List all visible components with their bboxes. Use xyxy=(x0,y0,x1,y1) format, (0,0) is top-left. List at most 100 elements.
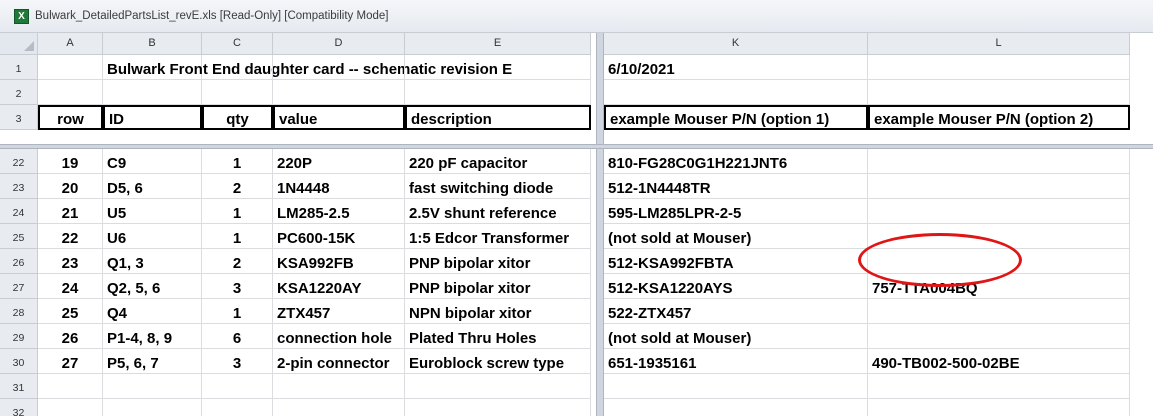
cell-b2[interactable] xyxy=(103,80,202,105)
cell-b31[interactable] xyxy=(103,374,202,399)
cell-d27[interactable]: KSA1220AY xyxy=(273,274,405,299)
cell-d31[interactable] xyxy=(273,374,405,399)
cell-l27[interactable]: 757-TTA004BQ xyxy=(868,274,1130,299)
cell-d30[interactable]: 2-pin connector xyxy=(273,349,405,374)
cell-l22[interactable] xyxy=(868,149,1130,174)
cell-c28[interactable]: 1 xyxy=(202,299,273,324)
cell-b24[interactable]: U5 xyxy=(103,199,202,224)
cell-d22[interactable]: 220P xyxy=(273,149,405,174)
row-header[interactable]: 27 xyxy=(0,274,38,299)
cell-e22[interactable]: 220 pF capacitor xyxy=(405,149,591,174)
cell-k32[interactable] xyxy=(604,399,868,416)
cell-k22[interactable]: 810-FG28C0G1H221JNT6 xyxy=(604,149,868,174)
row-header[interactable]: 22 xyxy=(0,149,38,174)
cell-c32[interactable] xyxy=(202,399,273,416)
cell-b28[interactable]: Q4 xyxy=(103,299,202,324)
row-header[interactable]: 24 xyxy=(0,199,38,224)
cell-d2[interactable] xyxy=(273,80,405,105)
cell-e24[interactable]: 2.5V shunt reference xyxy=(405,199,591,224)
row-header[interactable]: 3 xyxy=(0,105,38,130)
cell-k26[interactable]: 512-KSA992FBTA xyxy=(604,249,868,274)
cell-k23[interactable]: 512-1N4448TR xyxy=(604,174,868,199)
cell-e29[interactable]: Plated Thru Holes xyxy=(405,324,591,349)
cell-a29[interactable]: 26 xyxy=(38,324,103,349)
cell-l29[interactable] xyxy=(868,324,1130,349)
cell-l31[interactable] xyxy=(868,374,1130,399)
row-header[interactable]: 30 xyxy=(0,349,38,374)
cell-a1[interactable] xyxy=(38,55,103,80)
cell-e1[interactable] xyxy=(405,55,591,80)
cell-a2[interactable] xyxy=(38,80,103,105)
row-header[interactable]: 25 xyxy=(0,224,38,249)
cell-b22[interactable]: C9 xyxy=(103,149,202,174)
cell-b32[interactable] xyxy=(103,399,202,416)
cell-d23[interactable]: 1N4448 xyxy=(273,174,405,199)
cell-b23[interactable]: D5, 6 xyxy=(103,174,202,199)
cell-l1[interactable] xyxy=(868,55,1130,80)
cell-d26[interactable]: KSA992FB xyxy=(273,249,405,274)
spreadsheet-grid[interactable]: A B C D E K L 1 Bulwark Front End daughter card … xyxy=(0,33,1153,416)
cell-c23[interactable]: 2 xyxy=(202,174,273,199)
cell-l24[interactable] xyxy=(868,199,1130,224)
cell-d28[interactable]: ZTX457 xyxy=(273,299,405,324)
cell-c26[interactable]: 2 xyxy=(202,249,273,274)
cell-k1[interactable]: 6/10/2021 xyxy=(604,55,868,80)
column-header-a[interactable]: A xyxy=(38,33,103,55)
cell-k25[interactable]: (not sold at Mouser) xyxy=(604,224,868,249)
cell-e26[interactable]: PNP bipolar xitor xyxy=(405,249,591,274)
row-header[interactable]: 26 xyxy=(0,249,38,274)
cell-d32[interactable] xyxy=(273,399,405,416)
column-header-b[interactable]: B xyxy=(103,33,202,55)
cell-e28[interactable]: NPN bipolar xitor xyxy=(405,299,591,324)
cell-k28[interactable]: 522-ZTX457 xyxy=(604,299,868,324)
row-header[interactable]: 2 xyxy=(0,80,38,105)
cell-k29[interactable]: (not sold at Mouser) xyxy=(604,324,868,349)
cell-c29[interactable]: 6 xyxy=(202,324,273,349)
cell-c30[interactable]: 3 xyxy=(202,349,273,374)
cell-e32[interactable] xyxy=(405,399,591,416)
cell-a24[interactable]: 21 xyxy=(38,199,103,224)
cell-c2[interactable] xyxy=(202,80,273,105)
cell-a30[interactable]: 27 xyxy=(38,349,103,374)
cell-b26[interactable]: Q1, 3 xyxy=(103,249,202,274)
cell-d25[interactable]: PC600-15K xyxy=(273,224,405,249)
cell-e3[interactable]: description xyxy=(405,105,591,130)
column-header-e[interactable]: E xyxy=(405,33,591,55)
cell-b29[interactable]: P1-4, 8, 9 xyxy=(103,324,202,349)
cell-a26[interactable]: 23 xyxy=(38,249,103,274)
cell-k31[interactable] xyxy=(604,374,868,399)
column-header-k[interactable]: K xyxy=(604,33,868,55)
cell-k27[interactable]: 512-KSA1220AYS xyxy=(604,274,868,299)
cell-k3[interactable]: example Mouser P/N (option 1) xyxy=(604,105,868,130)
cell-c22[interactable]: 1 xyxy=(202,149,273,174)
select-all-corner[interactable] xyxy=(0,33,38,55)
cell-d1[interactable] xyxy=(273,55,405,80)
cell-k30[interactable]: 651-1935161 xyxy=(604,349,868,374)
cell-a28[interactable]: 25 xyxy=(38,299,103,324)
cell-a31[interactable] xyxy=(38,374,103,399)
row-header[interactable]: 1 xyxy=(0,55,38,80)
cell-c1[interactable] xyxy=(202,55,273,80)
cell-b3[interactable]: ID xyxy=(103,105,202,130)
cell-l32[interactable] xyxy=(868,399,1130,416)
cell-e27[interactable]: PNP bipolar xitor xyxy=(405,274,591,299)
cell-l2[interactable] xyxy=(868,80,1130,105)
cell-c3[interactable]: qty xyxy=(202,105,273,130)
cell-d29[interactable]: connection hole xyxy=(273,324,405,349)
row-header[interactable]: 23 xyxy=(0,174,38,199)
cell-c27[interactable]: 3 xyxy=(202,274,273,299)
vertical-split-bar[interactable] xyxy=(596,33,604,416)
column-header-d[interactable]: D xyxy=(273,33,405,55)
cell-a25[interactable]: 22 xyxy=(38,224,103,249)
cell-a32[interactable] xyxy=(38,399,103,416)
cell-a3[interactable]: row xyxy=(38,105,103,130)
cell-l30[interactable]: 490-TB002-500-02BE xyxy=(868,349,1130,374)
cell-l23[interactable] xyxy=(868,174,1130,199)
cell-b1[interactable]: Bulwark Front End daughter card -- schem… xyxy=(103,55,512,80)
cell-k2[interactable] xyxy=(604,80,868,105)
cell-d3[interactable]: value xyxy=(273,105,405,130)
cell-b27[interactable]: Q2, 5, 6 xyxy=(103,274,202,299)
cell-l26[interactable] xyxy=(868,249,1130,274)
row-header[interactable]: 32 xyxy=(0,399,38,416)
row-header[interactable]: 28 xyxy=(0,299,38,324)
